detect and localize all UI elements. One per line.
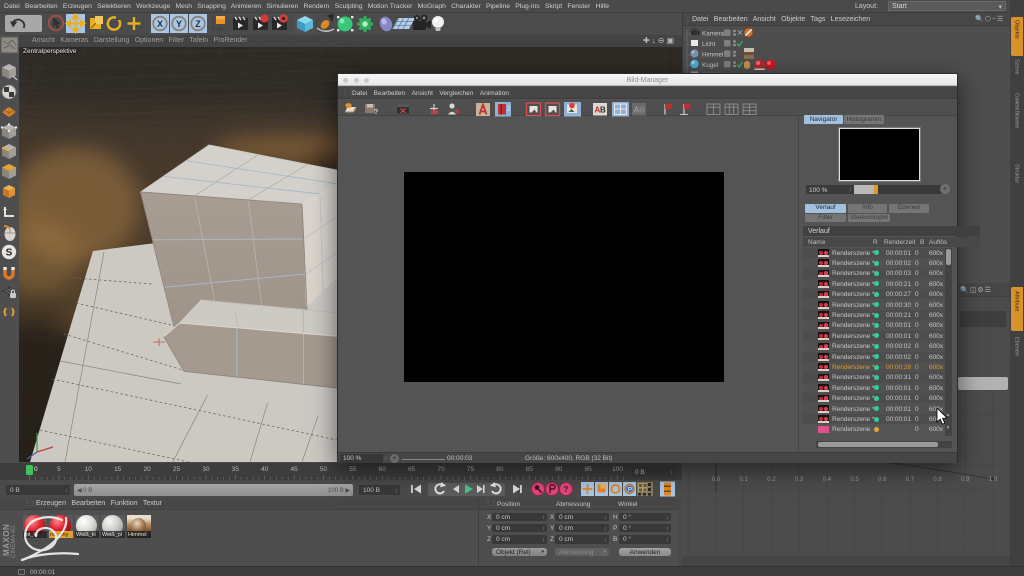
svg-text:0.5: 0.5 — [850, 477, 859, 483]
svg-text:0.7: 0.7 — [906, 477, 915, 483]
svg-text:0.8: 0.8 — [933, 477, 942, 483]
svg-text:B: B — [639, 106, 645, 115]
svg-text:?: ? — [374, 109, 378, 116]
svg-text:?: ? — [564, 485, 569, 494]
svg-text:0.3: 0.3 — [795, 477, 804, 483]
svg-text:Kamera: Kamera — [702, 31, 725, 38]
svg-text:0.4: 0.4 — [823, 477, 832, 483]
svg-text:0.9: 0.9 — [961, 477, 970, 483]
svg-text:0.0: 0.0 — [712, 477, 721, 483]
svg-text:0.6: 0.6 — [878, 477, 887, 483]
svg-text:B: B — [600, 106, 606, 115]
svg-text:Licht: Licht — [702, 41, 716, 48]
svg-text:1.0: 1.0 — [989, 477, 998, 483]
svg-text:X: X — [157, 19, 163, 29]
svg-text:S: S — [6, 248, 13, 259]
svg-text:P: P — [628, 487, 633, 494]
svg-text:0.2: 0.2 — [767, 477, 776, 483]
svg-text:Z: Z — [195, 19, 201, 29]
svg-text:Y: Y — [176, 19, 182, 29]
svg-text:Himmel: Himmel — [702, 52, 723, 59]
svg-text:Kugel: Kugel — [702, 62, 718, 69]
svg-text:0.1: 0.1 — [740, 477, 749, 483]
